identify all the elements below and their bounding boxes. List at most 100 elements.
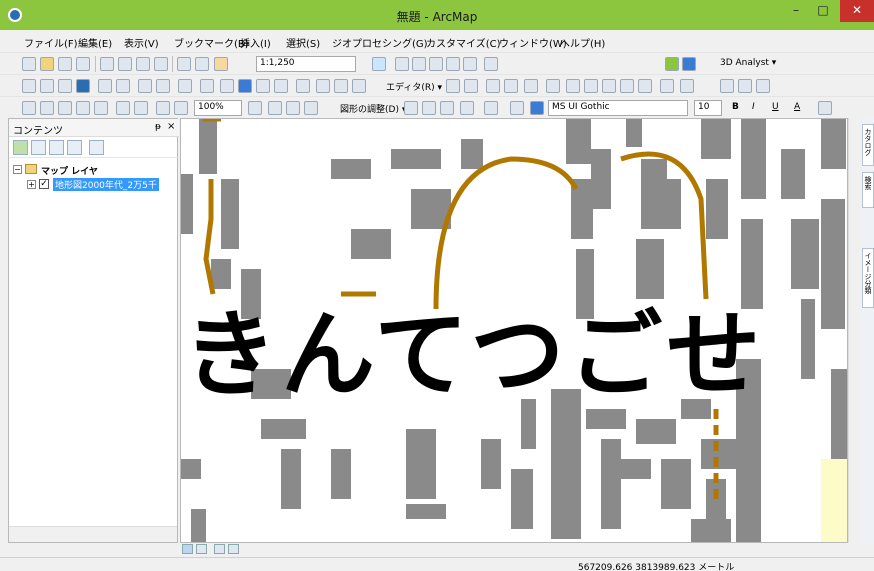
menu-edit[interactable]: 編集(E) [78, 35, 112, 50]
map-display[interactable]: きんてつごせ [180, 118, 848, 543]
delete-icon[interactable] [154, 57, 168, 71]
menu-insert[interactable]: 挿入(I) [240, 35, 271, 50]
catalog-window-icon[interactable] [412, 57, 426, 71]
find-route-icon[interactable] [334, 79, 348, 93]
reshape-icon[interactable] [584, 79, 598, 93]
trace-icon[interactable] [524, 79, 538, 93]
expand-icon[interactable]: + [27, 180, 36, 189]
font-name-combo[interactable]: MS UI Gothic [548, 100, 688, 116]
html-popup-icon[interactable] [274, 79, 288, 93]
bold-button[interactable]: B [732, 102, 739, 112]
italic-button[interactable]: I [752, 102, 755, 112]
copy-icon[interactable] [118, 57, 132, 71]
catalog-tab[interactable]: カタログ [862, 124, 874, 166]
menu-geoprocessing[interactable]: ジオプロセシング(G) [332, 35, 428, 50]
split-icon[interactable] [620, 79, 634, 93]
menu-bookmarks[interactable]: ブックマーク(B) [174, 35, 249, 50]
toc-close-icon[interactable]: × [167, 121, 175, 132]
point-icon[interactable] [546, 79, 560, 93]
toc-horizontal-scrollbar[interactable] [9, 526, 177, 542]
list-by-selection-icon[interactable] [67, 140, 82, 155]
sketch-properties-icon[interactable] [680, 79, 694, 93]
layout-fixed-in-icon[interactable] [116, 101, 130, 115]
map-canvas[interactable]: きんてつごせ [181, 119, 848, 543]
tin-icon[interactable] [756, 79, 770, 93]
text-icon[interactable] [484, 101, 498, 115]
callout-icon[interactable] [510, 101, 524, 115]
rotate-element-icon[interactable] [422, 101, 436, 115]
fixed-zoom-out-icon[interactable] [116, 79, 130, 93]
attributes-icon[interactable] [660, 79, 674, 93]
print-icon[interactable] [76, 57, 90, 71]
data-view-icon[interactable] [182, 544, 193, 554]
create-features-icon[interactable] [720, 79, 734, 93]
list-by-drawing-order-icon[interactable] [13, 140, 28, 155]
find-icon[interactable] [316, 79, 330, 93]
fill-color-icon[interactable] [818, 101, 832, 115]
redo-icon[interactable] [195, 57, 209, 71]
editor-menu[interactable]: エディタ(R) ▾ [386, 80, 442, 93]
open-folder-icon[interactable] [40, 57, 54, 71]
goto-xy-icon[interactable] [352, 79, 366, 93]
menu-view[interactable]: 表示(V) [124, 35, 159, 50]
zoom-out-icon[interactable] [40, 79, 54, 93]
map-vertical-scrollbar[interactable] [848, 118, 860, 543]
cut-polygons-icon[interactable] [602, 79, 616, 93]
close-button[interactable]: ✕ [840, 0, 874, 22]
menu-file[interactable]: ファイル(F) [24, 35, 78, 50]
edit-annotation-icon[interactable] [464, 79, 478, 93]
forward-extent-icon[interactable] [156, 79, 170, 93]
search-window-icon[interactable] [429, 57, 443, 71]
paste-icon[interactable] [136, 57, 150, 71]
layout-zoom-out-icon[interactable] [40, 101, 54, 115]
endpoint-arc-icon[interactable] [504, 79, 518, 93]
measure-icon[interactable] [296, 79, 310, 93]
select-elements-arrow-icon[interactable] [404, 101, 418, 115]
rectangle-icon[interactable] [460, 101, 474, 115]
layout-back-icon[interactable] [156, 101, 170, 115]
zoom-percent-combo[interactable]: 100% [194, 100, 242, 116]
pause-drawing-icon[interactable] [228, 544, 239, 554]
drawing-menu[interactable]: 図形の調整(D) ▾ [340, 102, 406, 115]
layout-forward-icon[interactable] [174, 101, 188, 115]
cut-icon[interactable] [100, 57, 114, 71]
arctoolbox-icon[interactable] [446, 57, 460, 71]
minimize-button[interactable]: – [783, 0, 809, 22]
toggle-draft-icon[interactable] [248, 101, 262, 115]
3d-analyst-menu[interactable]: 3D Analyst ▾ [720, 58, 776, 68]
select-elements-icon[interactable] [220, 79, 234, 93]
maximize-button[interactable]: □ [810, 0, 836, 22]
list-by-visibility-icon[interactable] [49, 140, 64, 155]
edit-vertices-icon[interactable] [566, 79, 580, 93]
identify-icon[interactable] [238, 79, 252, 93]
toc-options-icon[interactable] [89, 140, 104, 155]
list-by-source-icon[interactable] [31, 140, 46, 155]
new-document-icon[interactable] [22, 57, 36, 71]
toc-layer-row[interactable]: + ✓ 地形図2000年代_2万5千 [27, 178, 177, 191]
full-extent-icon[interactable] [76, 79, 90, 93]
fixed-zoom-in-icon[interactable] [98, 79, 112, 93]
analyst-help-icon[interactable] [682, 57, 696, 71]
zoom-whole-page-icon[interactable] [76, 101, 90, 115]
zoom-selected-icon[interactable] [440, 101, 454, 115]
layout-zoom-in-icon[interactable] [22, 101, 36, 115]
select-features-icon[interactable] [178, 79, 192, 93]
pan-icon[interactable] [58, 79, 72, 93]
refresh-icon[interactable] [214, 544, 225, 554]
font-size-combo[interactable]: 10 [694, 100, 722, 116]
python-window-icon[interactable] [463, 57, 477, 71]
layout-pan-icon[interactable] [58, 101, 72, 115]
menu-selection[interactable]: 選択(S) [286, 35, 320, 50]
change-layout-icon[interactable] [286, 101, 300, 115]
clear-selection-icon[interactable] [200, 79, 214, 93]
data-driven-pages-icon[interactable] [304, 101, 318, 115]
layer-name[interactable]: 地形図2000年代_2万5千 [53, 178, 159, 191]
toc-pin-icon[interactable]: ᵽ [155, 122, 161, 132]
save-icon[interactable] [58, 57, 72, 71]
model-builder-icon[interactable] [484, 57, 498, 71]
scale-combo[interactable]: 1:1,250 [256, 56, 356, 72]
underline-button[interactable]: U [772, 102, 779, 112]
layout-view-icon[interactable] [196, 544, 207, 554]
georef-icon[interactable] [738, 79, 752, 93]
hyperlink-icon[interactable] [256, 79, 270, 93]
